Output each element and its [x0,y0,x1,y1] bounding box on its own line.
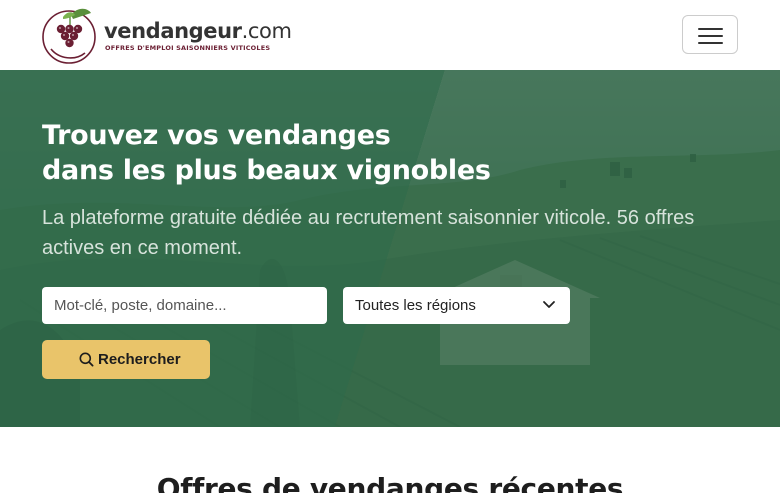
hero-title-line-2: dans les plus beaux vignobles [42,155,491,186]
hero-subtitle: La plateforme gratuite dédiée au recrute… [42,207,695,259]
logo-wordmark-name: vendangeur [104,19,242,43]
recent-offers-heading: Offres de vendanges récentes [156,472,624,493]
search-button[interactable]: Rechercher [42,340,210,379]
hero-title: Trouvez vos vendanges dans les plus beau… [42,118,602,188]
logo-tagline: OFFRES D'EMPLOI SAISONNIERS VITICOLES [105,44,271,52]
search-button-label: Rechercher [98,351,181,368]
menu-toggle-button[interactable] [682,15,738,54]
search-icon [79,352,94,367]
grape-logo-icon [42,8,96,64]
top-navbar: vendangeur.com OFFRES D'EMPLOI SAISONNIE… [0,0,780,70]
chevron-down-icon [543,301,555,308]
hero-title-line-1: Trouvez vos vendanges [42,120,391,151]
logo-wordmark-suffix: .com [241,19,292,43]
hero-section: Trouvez vos vendanges dans les plus beau… [0,70,780,427]
logo-wordmark: vendangeur.com [104,19,292,43]
keyword-search-input[interactable] [42,287,327,324]
region-select-value: Toutes les régions [355,297,476,314]
region-select[interactable]: Toutes les régions [343,287,570,324]
site-logo[interactable]: vendangeur.com OFFRES D'EMPLOI SAISONNIE… [41,5,292,67]
